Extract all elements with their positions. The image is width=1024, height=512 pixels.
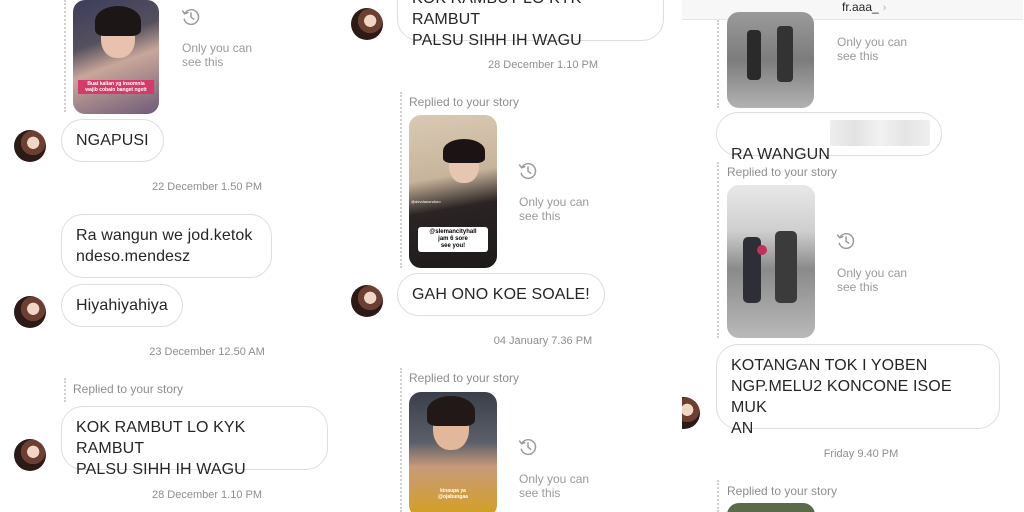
reply-thread-line <box>64 0 66 112</box>
history-clock-icon <box>517 436 539 458</box>
avatar[interactable] <box>351 8 383 40</box>
only-you-can-see-text: Only you can see this <box>837 266 908 294</box>
story-thumbnail[interactable] <box>727 185 815 338</box>
timestamp: 04 January 7.36 PM <box>493 335 593 347</box>
replied-to-story-label: Replied to your story <box>727 484 838 498</box>
story-caption: kinaupa ya @ojabungaa <box>438 488 468 500</box>
only-you-can-see-text: Only you can see this <box>519 472 590 500</box>
history-clock-icon <box>180 6 202 28</box>
avatar[interactable] <box>14 296 46 328</box>
replied-to-story-label: Replied to your story <box>727 165 838 179</box>
replied-to-story-label: Replied to your story <box>409 371 520 385</box>
story-side-handle: @devdanondoro <box>411 199 441 204</box>
story-thumbnail[interactable] <box>727 503 815 512</box>
message-bubble: KOK RAMBUT LO KYK RAMBUT PALSU SIHH IH W… <box>61 406 328 478</box>
avatar[interactable] <box>682 397 700 429</box>
story-thumbnail[interactable] <box>727 12 814 108</box>
only-you-can-see-text: Only you can see this <box>519 195 590 223</box>
redacted-text <box>830 120 930 146</box>
story-thumbnail[interactable]: kinaupa ya @ojabungaa <box>409 392 497 512</box>
chat-panel-right: fr.aaa_ › Only you can see this RA WANGUN… <box>682 0 1023 512</box>
message-bubble: GAH ONO KOE SOALE! <box>397 273 605 316</box>
replied-to-story-label: Replied to your story <box>409 95 520 109</box>
story-sticker: @slemancityhall jam 6 sore see you! <box>418 227 488 252</box>
timestamp: 22 December 1.50 PM <box>151 181 263 193</box>
story-glove <box>757 245 767 255</box>
chevron-right-icon: › <box>882 2 887 14</box>
timestamp: Friday 9.40 PM <box>823 448 899 460</box>
message-bubble: NGAPUSI <box>61 119 164 162</box>
reply-thread-line <box>717 480 719 512</box>
chat-panel-middle: KOK RAMBUT LO KYK RAMBUT PALSU SIHH IH W… <box>341 0 682 512</box>
avatar[interactable] <box>351 285 383 317</box>
story-hair <box>95 6 141 36</box>
reply-thread-line <box>717 162 719 338</box>
message-text: RA WANGUN <box>731 146 830 163</box>
avatar[interactable] <box>14 130 46 162</box>
chat-panel-left: Buat kalian yg insomnia wajib cobain ban… <box>0 0 341 512</box>
story-person <box>747 30 761 80</box>
story-hair <box>443 139 485 163</box>
only-you-can-see-text: Only you can see this <box>837 35 908 63</box>
avatar[interactable] <box>14 439 46 471</box>
message-bubble: KOK RAMBUT LO KYK RAMBUT PALSU SIHH IH W… <box>397 0 664 49</box>
story-thumbnail[interactable]: @devdanondoro @slemancityhall jam 6 sore… <box>409 115 497 268</box>
reply-thread-line <box>400 92 402 268</box>
timestamp: 23 December 12.50 AM <box>149 346 265 358</box>
story-hair <box>427 396 475 426</box>
history-clock-icon <box>517 160 539 182</box>
timestamp: 28 December 1.10 PM <box>487 59 599 71</box>
story-person <box>775 231 797 303</box>
timestamp: 28 December 1.10 PM <box>151 489 263 501</box>
story-thumbnail[interactable]: Buat kalian yg insomnia wajib cobain ban… <box>73 0 159 114</box>
header-username[interactable]: fr.aaa_ › <box>842 0 886 14</box>
replied-to-story-label: Replied to your story <box>73 382 184 396</box>
message-bubble: Hiyahiyahiya <box>61 284 183 327</box>
message-bubble: KOTANGAN TOK I YOBEN NGP.MELU2 KONCONE I… <box>716 344 1000 437</box>
story-caption: Buat kalian yg insomnia wajib cobain ban… <box>78 80 154 94</box>
reply-thread-line <box>400 368 402 512</box>
story-person <box>777 26 793 82</box>
reply-thread-line <box>64 378 66 402</box>
message-bubble: Ra wangun we jod.ketok ndeso.mendesz <box>61 214 272 278</box>
reply-thread-line <box>717 20 719 108</box>
only-you-can-see-text: Only you can see this <box>182 41 253 69</box>
header-username-text: fr.aaa_ <box>842 0 879 14</box>
history-clock-icon <box>835 230 857 252</box>
